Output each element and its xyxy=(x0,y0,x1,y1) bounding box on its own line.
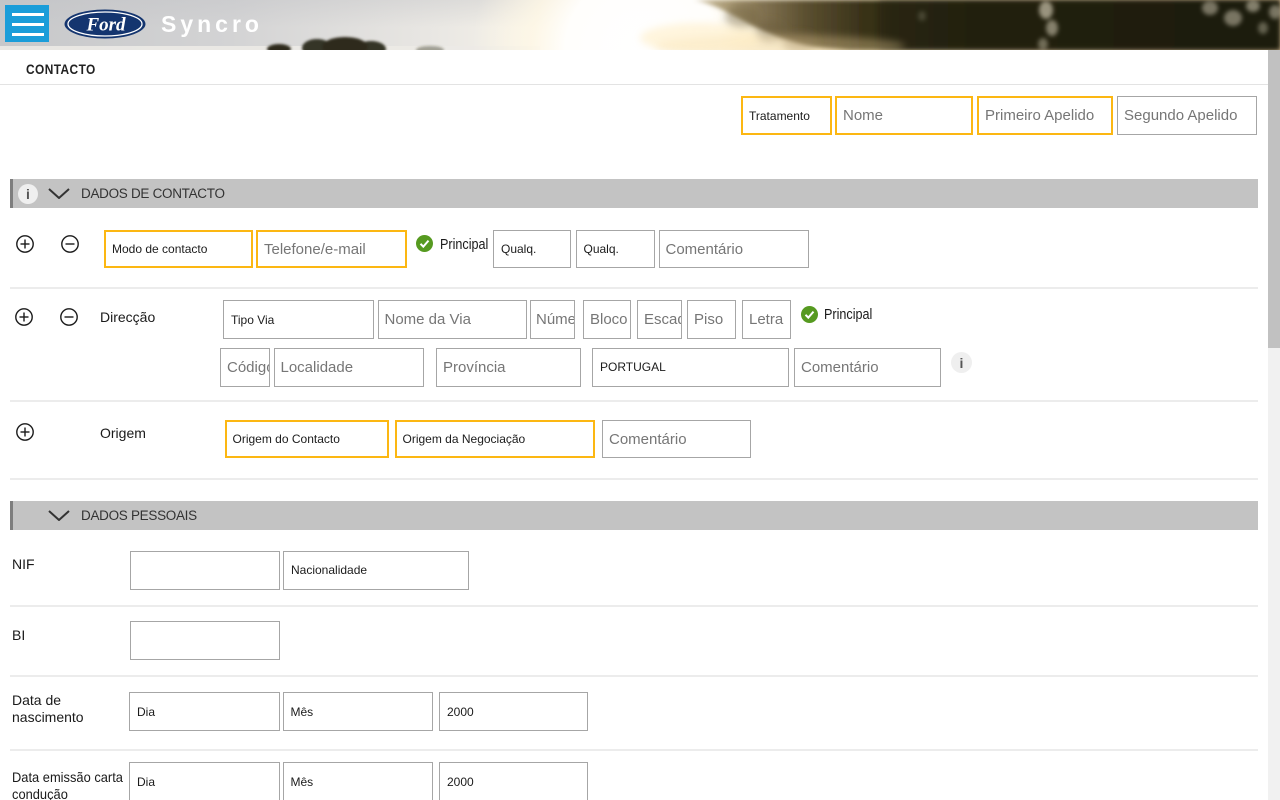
svg-text:Ford: Ford xyxy=(85,15,126,36)
